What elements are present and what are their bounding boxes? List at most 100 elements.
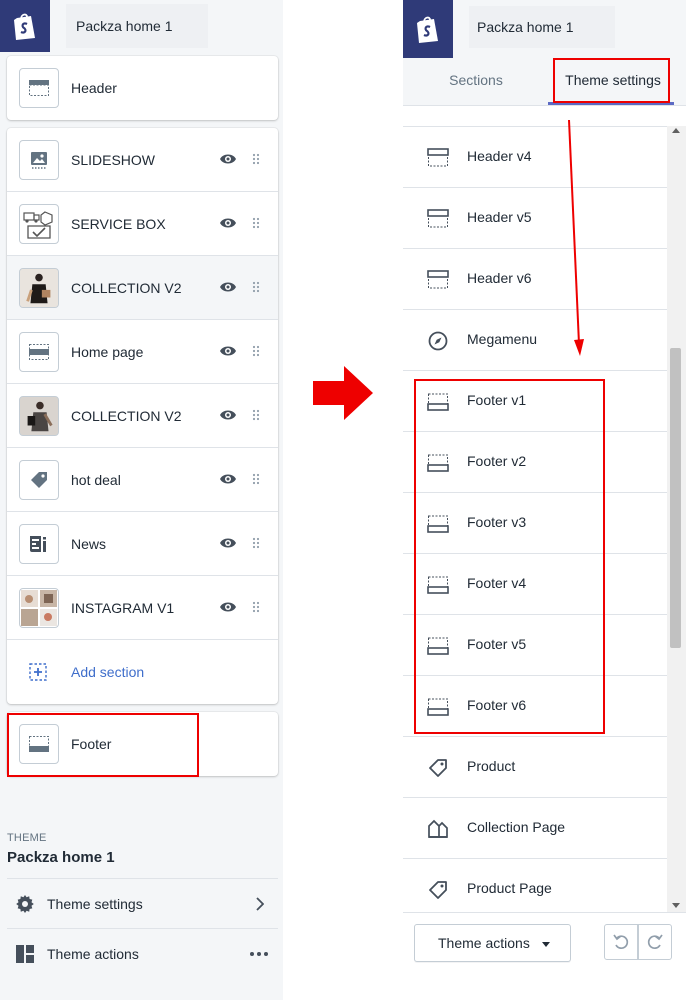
caret-down-icon [542,942,550,947]
theme-caption: THEME [7,832,47,844]
chevron-right-icon [256,897,264,911]
blog-icon [19,524,59,564]
collection-photo-thumbnail [19,396,59,436]
footer-highlight-box [7,713,199,777]
collection-photo-thumbnail [19,268,59,308]
eye-icon[interactable] [219,408,237,422]
drag-handle-icon[interactable] [252,601,260,613]
header-layout-icon [427,148,449,167]
tag-icon [19,460,59,500]
settings-item-label: Header v5 [467,209,532,225]
section-label: News [71,535,107,552]
section-label: Home page [71,343,144,360]
section-row-instagram-v1[interactable]: INSTAGRAM V1 [7,576,278,640]
theme-settings-tab-highlight-box [553,58,670,103]
top-bar: Packza home 1 [403,0,686,58]
eye-icon[interactable] [219,280,237,294]
settings-item-header-v6[interactable]: Header v6 [403,249,667,310]
redo-button[interactable] [638,924,672,960]
section-row-header[interactable]: Header [7,56,278,120]
section-row-collection-v2-second[interactable]: COLLECTION V2 [7,384,278,448]
scrollbar-thumb[interactable] [670,348,681,648]
add-section-icon [29,663,47,681]
section-label: COLLECTION V2 [71,407,182,424]
scroll-down-arrow-icon[interactable] [672,903,680,908]
drag-handle-icon[interactable] [252,153,260,165]
store-name: Packza home 1 [469,6,615,48]
top-bar: Packza home 1 [0,0,283,52]
theme-name: Packza home 1 [7,849,115,866]
redo-icon [647,934,663,950]
tag-icon [429,881,447,899]
store-name: Packza home 1 [66,4,208,48]
header-layout-icon [427,270,449,289]
theme-actions-link[interactable]: Theme actions [7,928,278,978]
section-label: SERVICE BOX [71,215,166,232]
eye-icon[interactable] [219,536,237,550]
settings-item-collection-page[interactable]: Collection Page [403,798,667,859]
section-label: SLIDESHOW [71,151,156,168]
left-editor-panel: Packza home 1 Header SLIDESHOW SERVICE B… [0,0,283,1000]
add-section-button[interactable]: Add section [7,640,278,704]
footer-list-highlight-box [414,379,605,734]
header-section-card[interactable]: Header [7,56,278,120]
more-horizontal-icon[interactable] [250,952,268,956]
sections-card: SLIDESHOW SERVICE BOX COLLECTION V2 Home… [7,128,278,704]
section-label: COLLECTION V2 [71,279,182,296]
settings-item-product[interactable]: Product [403,737,667,798]
settings-item-label: Product Page [467,880,552,896]
drag-handle-icon[interactable] [252,409,260,421]
eye-icon[interactable] [219,600,237,614]
settings-item-header-v5[interactable]: Header v5 [403,188,667,249]
theme-actions-label: Theme actions [47,945,139,962]
settings-item-product-page[interactable]: Product Page [403,859,667,912]
section-row-slideshow[interactable]: SLIDESHOW [7,128,278,192]
transition-arrow-icon [313,366,373,420]
settings-item-label: Product [467,758,516,774]
theme-settings-link[interactable]: Theme settings [7,878,278,928]
undo-icon [613,934,629,950]
drag-handle-icon[interactable] [252,281,260,293]
section-label: hot deal [71,471,121,488]
editor-footer-bar: Theme actions [403,912,686,1000]
compass-icon [428,331,448,351]
drag-handle-icon[interactable] [252,345,260,357]
pointer-arrow-icon [568,119,584,356]
header-layout-icon [427,209,449,228]
eye-icon[interactable] [219,216,237,230]
section-row-news[interactable]: News [7,512,278,576]
section-row-collection-v2[interactable]: COLLECTION V2 [7,256,278,320]
settings-item-label: Megamenu [467,331,538,347]
section-row-service-box[interactable]: SERVICE BOX [7,192,278,256]
eye-icon[interactable] [219,152,237,166]
add-section-label: Add section [71,664,145,680]
settings-item-label: Collection Page [467,819,566,835]
layout-icon [19,332,59,372]
theme-settings-label: Theme settings [47,895,143,912]
image-icon [19,140,59,180]
eye-icon[interactable] [219,472,237,486]
section-label: Header [71,80,117,96]
collection-icon [428,819,448,838]
scrollbar[interactable] [667,126,686,912]
settings-item-megamenu[interactable]: Megamenu [403,310,667,371]
section-row-hot-deal[interactable]: hot deal [7,448,278,512]
shopify-logo-icon[interactable] [403,0,453,58]
theme-actions-button[interactable]: Theme actions [414,924,571,962]
undo-button[interactable] [604,924,638,960]
drag-handle-icon[interactable] [252,217,260,229]
eye-icon[interactable] [219,344,237,358]
shopify-logo-icon[interactable] [0,0,50,52]
tab-sections[interactable]: Sections [423,58,529,104]
settings-item-label: Header v6 [467,270,532,286]
section-row-home-page[interactable]: Home page [7,320,278,384]
settings-item-header-v4[interactable]: Header v4 [403,127,667,188]
drag-handle-icon[interactable] [252,537,260,549]
service-box-thumbnail [19,204,59,244]
section-label: INSTAGRAM V1 [71,599,175,616]
tag-icon [429,759,447,777]
scroll-up-arrow-icon[interactable] [672,128,680,133]
gear-icon [16,895,34,913]
drag-handle-icon[interactable] [252,473,260,485]
theme-actions-icon [16,945,34,963]
